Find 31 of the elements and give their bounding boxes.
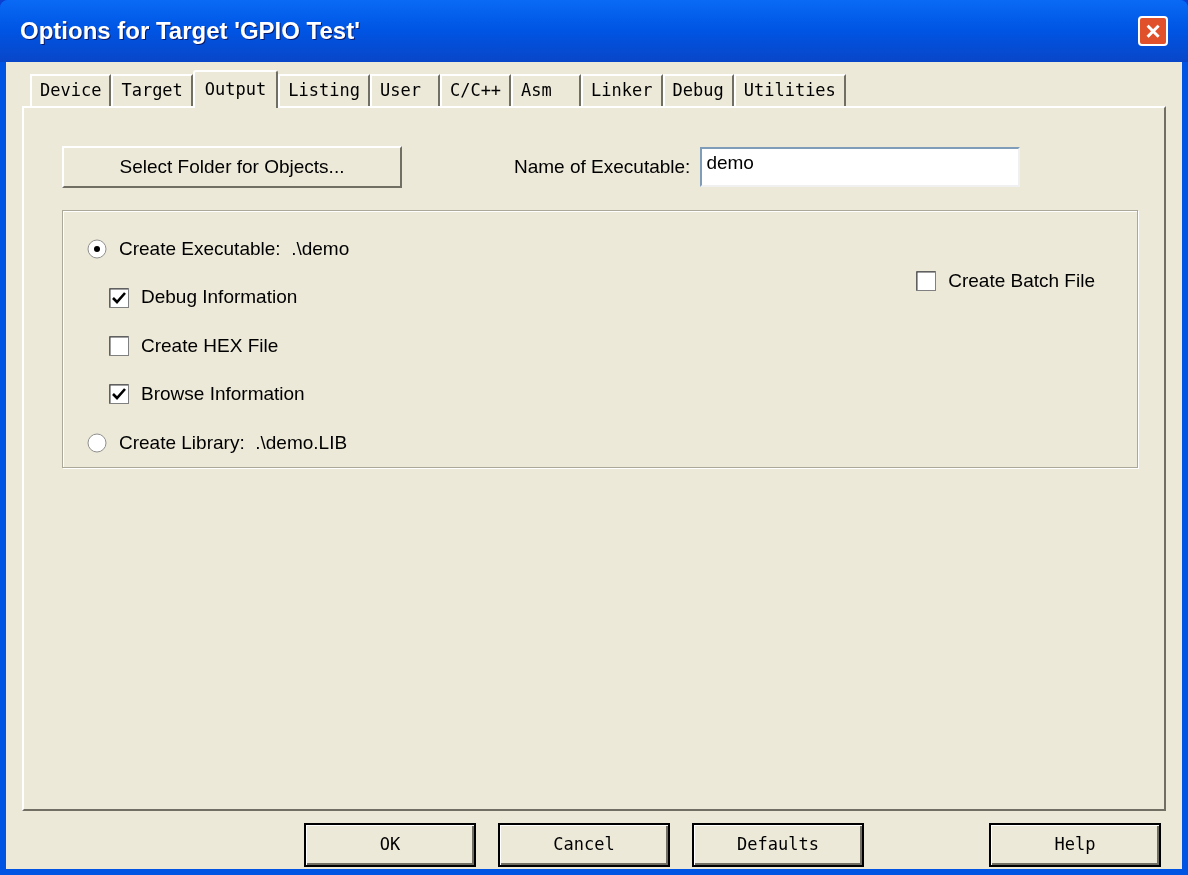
checkbox-label: Create Batch File — [948, 269, 1095, 293]
tab[interactable]: Debug — [662, 74, 734, 106]
tab[interactable]: Asm — [511, 74, 582, 106]
tab[interactable]: Target — [111, 74, 193, 106]
dialog-button[interactable]: Cancel — [498, 823, 670, 867]
radio-button[interactable] — [87, 239, 107, 260]
checkbox-label: Debug Information — [141, 285, 298, 310]
tab[interactable]: Linker — [581, 74, 663, 106]
checkbox[interactable] — [916, 271, 937, 292]
dialog-button[interactable]: OK — [304, 823, 476, 867]
executable-name-field[interactable]: demo — [700, 147, 1021, 187]
tab[interactable]: C/C++ — [439, 74, 512, 106]
checkbox-label: Browse Information — [141, 382, 305, 407]
dialog-button[interactable]: Help — [989, 823, 1161, 867]
radio-label: Create Executable: .\demo — [119, 236, 350, 261]
tab[interactable]: Output — [192, 70, 279, 108]
checkbox-label: Create HEX File — [141, 333, 279, 358]
executable-name-label: Name of Executable: — [514, 154, 691, 179]
dialog-button[interactable]: Defaults — [692, 823, 864, 867]
close-button[interactable]: × — [1138, 16, 1168, 46]
checkbox[interactable] — [109, 336, 129, 356]
tab[interactable]: Utilities — [733, 74, 846, 106]
radio-button[interactable] — [87, 432, 107, 453]
tab[interactable]: Device — [30, 74, 112, 106]
tab[interactable]: User — [369, 74, 440, 106]
checkbox[interactable] — [109, 287, 129, 308]
tab[interactable]: Listing — [278, 74, 370, 106]
window-title: Options for Target 'GPIO Test' — [20, 16, 361, 46]
select-folder-button[interactable]: Select Folder for Objects... — [62, 146, 402, 188]
radio-label: Create Library: .\demo.LIB — [119, 430, 348, 455]
checkbox[interactable] — [109, 384, 129, 405]
